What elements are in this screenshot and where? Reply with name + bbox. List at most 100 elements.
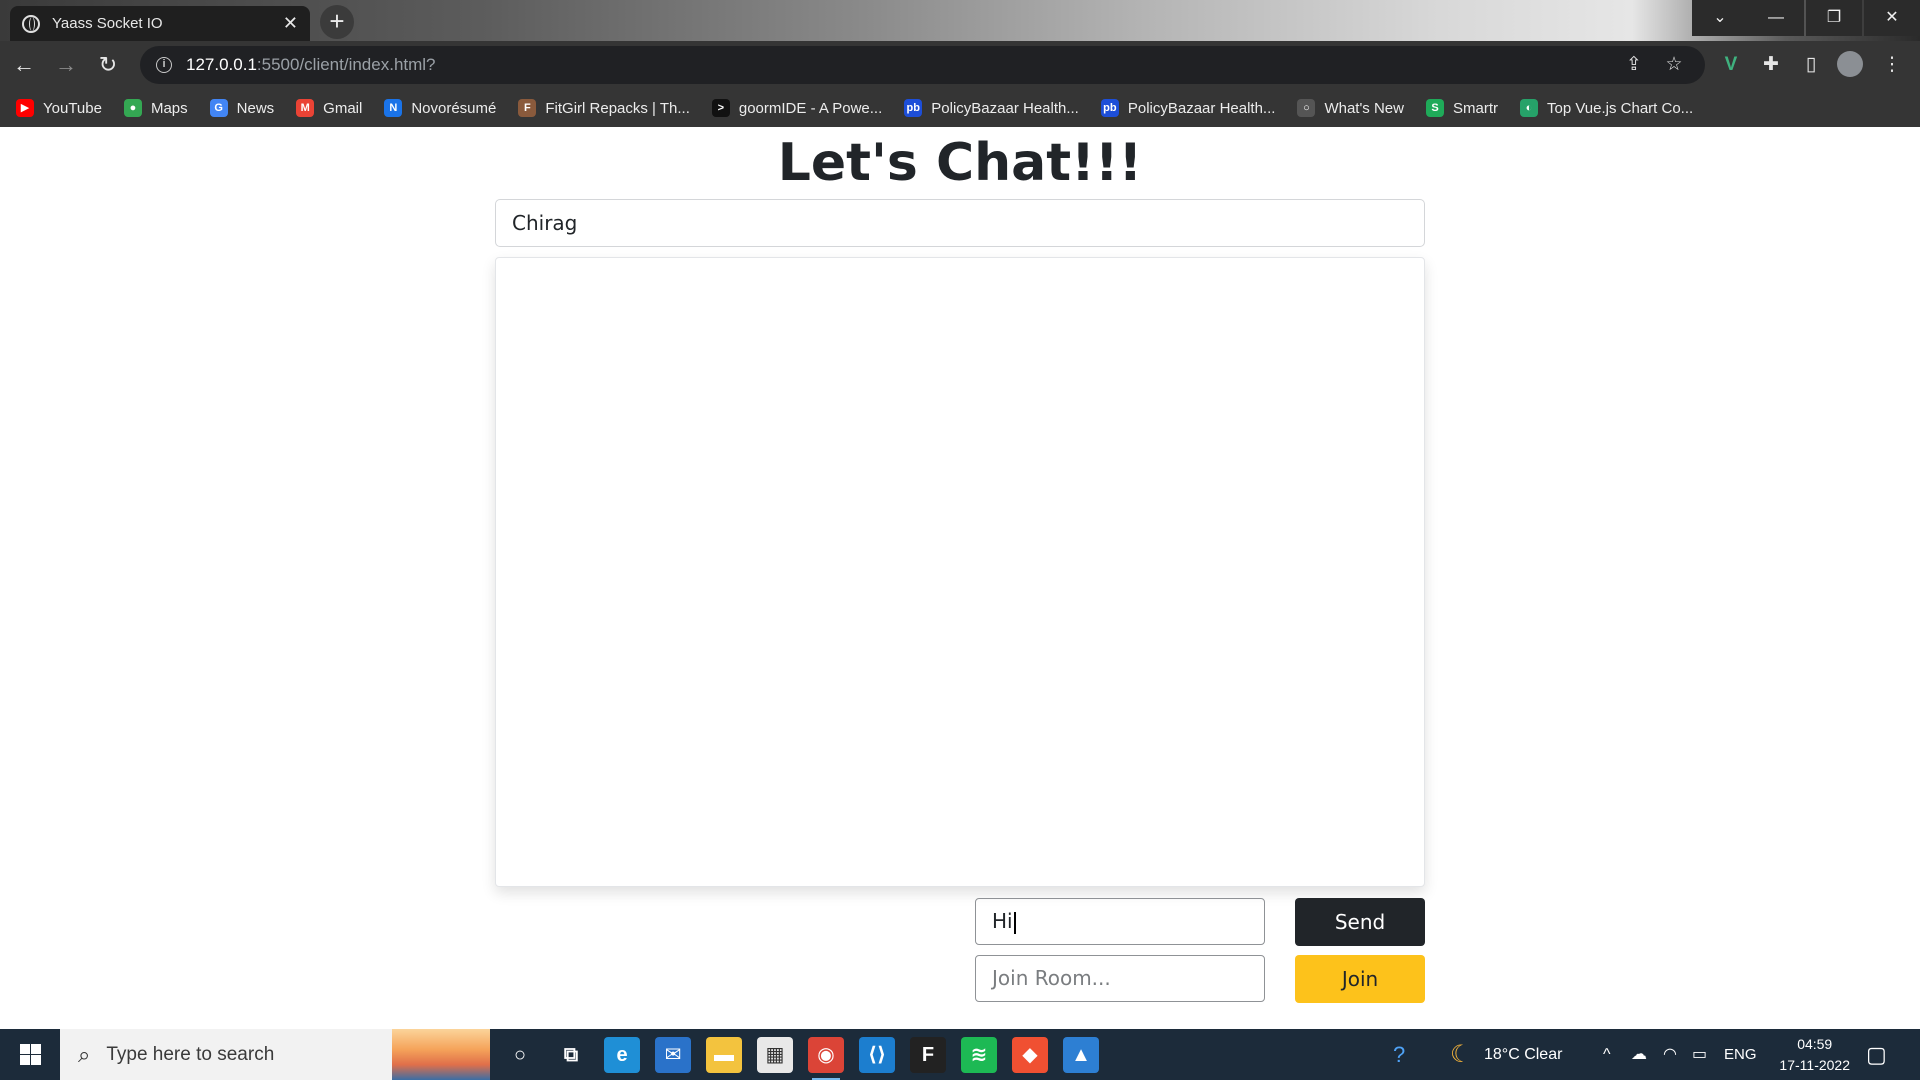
- battery-icon[interactable]: ▭: [1692, 1029, 1707, 1080]
- tab-search-icon[interactable]: ⌄: [1692, 0, 1748, 36]
- bookmark-label: goormIDE - A Powe...: [738, 99, 883, 117]
- taskbar-chrome-icon[interactable]: ◉: [808, 1037, 844, 1080]
- back-arrow-icon[interactable]: ←: [6, 47, 42, 83]
- menu-kebab-icon[interactable]: ⋮: [1878, 51, 1906, 79]
- policybazaar-icon: pb: [904, 99, 923, 117]
- bookmark-item[interactable]: pb PolicyBazaar Health...: [904, 99, 1079, 117]
- forward-arrow-icon[interactable]: →: [48, 47, 84, 83]
- tab-title: Yaass Socket IO: [52, 15, 163, 32]
- bookmark-label: What's New: [1324, 99, 1404, 117]
- show-hidden-icons-icon[interactable]: ^: [1603, 1029, 1611, 1080]
- site-info-icon[interactable]: i: [156, 57, 172, 73]
- clock-date: 17-11-2022: [1779, 1057, 1850, 1073]
- url-path: :5500/client/index.html?: [256, 55, 436, 74]
- taskbar-git-icon[interactable]: ◆: [1012, 1037, 1048, 1073]
- bookmark-item[interactable]: pb PolicyBazaar Health...: [1100, 99, 1276, 117]
- bookmark-label: Maps: [150, 99, 188, 117]
- bookmark-item[interactable]: > goormIDE - A Powe...: [711, 99, 883, 117]
- taskbar-edge-icon[interactable]: e: [604, 1037, 640, 1073]
- send-button[interactable]: Send: [1295, 898, 1425, 946]
- bookmarks-bar: ▶ YouTube ● Maps G News M Gmail N Novorésumé F FitG…: [0, 89, 1920, 127]
- globe-icon: [22, 14, 40, 33]
- url-host: 127.0.0.1: [186, 55, 257, 74]
- bookmark-item[interactable]: S Smartr: [1426, 99, 1498, 117]
- clock-time: 04:59: [1797, 1036, 1833, 1052]
- taskbar-mail-icon[interactable]: ✉: [655, 1037, 691, 1073]
- taskbar-figma-icon[interactable]: F: [910, 1037, 946, 1073]
- bookmark-item[interactable]: ○ What's New: [1297, 99, 1404, 117]
- vue-chart-icon: ◐: [1520, 99, 1538, 117]
- bookmark-item[interactable]: ◐ Top Vue.js Chart Co...: [1520, 99, 1693, 117]
- restore-button[interactable]: ❐: [1806, 0, 1862, 36]
- search-placeholder: Type here to search: [106, 1043, 275, 1065]
- smartr-icon: S: [1426, 99, 1444, 117]
- bookmark-label: PolicyBazaar Health...: [931, 99, 1079, 117]
- policybazaar-icon: pb: [1100, 99, 1119, 117]
- taskbar-cortana-icon[interactable]: ○: [502, 1037, 538, 1073]
- bookmark-label: YouTube: [43, 99, 102, 117]
- side-panel-icon[interactable]: ▯: [1797, 51, 1825, 79]
- taskbar-spotify-icon[interactable]: ≋: [961, 1037, 997, 1073]
- taskbar-photos-icon[interactable]: ▲: [1063, 1037, 1099, 1073]
- close-window-button[interactable]: ✕: [1864, 0, 1920, 36]
- chat-messages-box: [495, 257, 1425, 887]
- bookmark-label: Gmail: [323, 99, 363, 117]
- vue-devtools-icon[interactable]: V: [1717, 51, 1745, 79]
- bookmark-label: Top Vue.js Chart Co...: [1547, 99, 1694, 117]
- windows-taskbar: ⌕ Type here to search ○ ⧉ e ✉ ▬ ▦ ◉ ⟨⟩ F ≋ ◆ ▲ ? ☾ …: [0, 1029, 1920, 1080]
- bookmark-label: PolicyBazaar Health...: [1127, 99, 1276, 117]
- new-tab-button[interactable]: +: [320, 5, 354, 39]
- notifications-icon[interactable]: ▢: [1866, 1029, 1887, 1080]
- browser-toolbar: ← → ↻ i 127.0.0.1:5500/client/index.html…: [0, 41, 1920, 89]
- message-input[interactable]: Hi: [975, 898, 1265, 945]
- page-content: Let's Chat!!! Chirag Hi Join Room... Sen…: [0, 127, 1920, 1029]
- bookmark-item[interactable]: G News: [209, 99, 275, 117]
- language-indicator[interactable]: ENG: [1724, 1029, 1757, 1080]
- bookmark-star-icon[interactable]: ☆: [1660, 51, 1688, 79]
- bookmark-item[interactable]: ▶ YouTube: [16, 99, 102, 117]
- terminal-icon: >: [711, 99, 730, 117]
- taskbar-task-view-icon[interactable]: ⧉: [553, 1037, 589, 1073]
- onedrive-cloud-icon[interactable]: ☁: [1631, 1029, 1647, 1080]
- bookmark-item[interactable]: M Gmail: [296, 99, 362, 117]
- browser-tab[interactable]: Yaass Socket IO ✕: [10, 6, 310, 41]
- tab-close-icon[interactable]: ✕: [283, 13, 298, 34]
- name-input[interactable]: Chirag: [495, 199, 1425, 247]
- minimize-button[interactable]: —: [1748, 0, 1804, 36]
- share-icon[interactable]: ⇪: [1620, 51, 1648, 79]
- wifi-icon[interactable]: ◠: [1663, 1029, 1677, 1080]
- reload-icon[interactable]: ↻: [90, 47, 126, 83]
- taskbar-clock[interactable]: 04:59 17-11-2022: [1779, 1034, 1850, 1076]
- bookmark-item[interactable]: N Novorésumé: [384, 99, 496, 117]
- taskbar-vscode-icon[interactable]: ⟨⟩: [859, 1037, 895, 1073]
- text-caret: [1013, 911, 1016, 934]
- address-bar[interactable]: i 127.0.0.1:5500/client/index.html? ⇪ ☆: [140, 46, 1705, 84]
- bookmark-label: News: [236, 99, 275, 117]
- maps-pin-icon: ●: [123, 99, 142, 117]
- search-highlight-illustration: [392, 1029, 490, 1080]
- youtube-icon: ▶: [16, 99, 34, 117]
- google-news-icon: G: [209, 99, 228, 117]
- taskbar-microsoft-store-icon[interactable]: ▦: [757, 1037, 793, 1073]
- join-button[interactable]: Join: [1295, 955, 1425, 1003]
- page-title: Let's Chat!!!: [777, 133, 1143, 193]
- fitgirl-icon: F: [518, 99, 537, 117]
- profile-avatar[interactable]: [1837, 51, 1863, 77]
- bookmark-label: FitGirl Repacks | Th...: [545, 99, 690, 117]
- search-icon: ⌕: [78, 1041, 91, 1067]
- help-icon[interactable]: ?: [1393, 1029, 1405, 1080]
- browser-tab-strip: Yaass Socket IO ✕ + ⌄ — ❐ ✕: [0, 0, 1920, 41]
- bookmark-label: Smartr: [1453, 99, 1498, 117]
- weather-text[interactable]: 18°C Clear: [1484, 1029, 1562, 1080]
- extensions-puzzle-icon[interactable]: ✚: [1757, 51, 1785, 79]
- bookmark-item[interactable]: ● Maps: [123, 99, 188, 117]
- room-input[interactable]: Join Room...: [975, 955, 1265, 1002]
- windows-start-icon[interactable]: [0, 1029, 60, 1080]
- novoresume-icon: N: [384, 99, 403, 117]
- moon-weather-icon: ☾: [1450, 1041, 1472, 1068]
- taskbar-search-box[interactable]: ⌕ Type here to search: [60, 1029, 490, 1080]
- message-input-value: Hi: [992, 909, 1013, 933]
- taskbar-file-explorer-icon[interactable]: ▬: [706, 1037, 742, 1073]
- whats-new-icon: ○: [1297, 99, 1316, 117]
- bookmark-item[interactable]: F FitGirl Repacks | Th...: [518, 99, 690, 117]
